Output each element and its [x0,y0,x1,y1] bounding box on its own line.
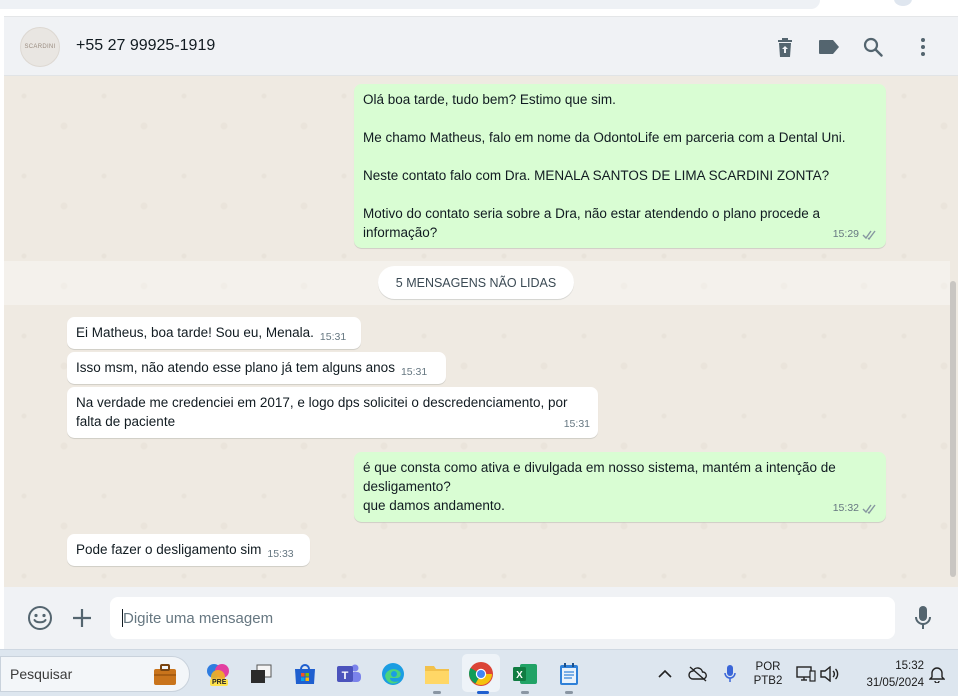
contact-name[interactable]: +55 27 99925-1919 [76,37,215,55]
unread-messages-badge: 5 MENSAGENS NÃO LIDAS [378,266,574,299]
message-time: 15:29 [832,228,859,240]
message-input[interactable] [110,597,895,639]
message-time: 15:31 [400,366,428,378]
notepad-running-indicator [565,691,573,694]
message-outgoing[interactable]: Olá boa tarde, tudo bem? Estimo que sim.… [354,84,886,248]
message-time: 15:32 [832,502,859,514]
tray-cloud-off-icon[interactable] [683,659,713,689]
notepad-icon[interactable] [554,659,584,689]
avatar-text: SCARDINI [24,44,56,50]
attach-plus-icon[interactable] [69,605,95,631]
input-language-indicator[interactable]: POR PTB2 [750,660,786,688]
message-text: Isso msm, não atendo esse plano já tem a… [76,360,395,375]
browser-top-strip [0,0,958,16]
tray-microphone-icon[interactable] [715,659,745,689]
message-text: Na verdade me credenciei em 2017, e logo… [76,395,572,429]
menu-icon[interactable] [911,35,935,59]
file-explorer-icon[interactable] [422,659,452,689]
read-ticks-icon [862,504,876,514]
delete-icon[interactable] [773,35,797,59]
browser-profile-icon[interactable] [894,0,912,6]
windows-taskbar: Pesquisar PRE T X POR PTB2 15:32 31/05/2… [0,649,958,696]
message-meta: 15:32 [833,499,878,518]
message-text: Pode fazer o desligamento sim [76,542,262,557]
message-incoming[interactable]: Ei Matheus, boa tarde! Sou eu, Menala. 15… [67,317,361,349]
clock-time: 15:32 [895,660,924,672]
chrome-icon[interactable] [466,659,496,689]
message-time: 15:31 [319,331,347,343]
keyboard-layout: PTB2 [753,675,783,687]
task-view-icon[interactable] [246,659,276,689]
message-incoming[interactable]: Pode fazer o desligamento sim 15:33 [67,534,310,566]
explorer-running-indicator [433,691,441,694]
copilot-icon[interactable]: PRE [203,659,233,689]
message-text: é que consta como ativa e divulgada em n… [363,460,836,513]
tray-volume-icon[interactable] [815,659,845,689]
message-text: Olá boa tarde, tudo bem? Estimo que sim.… [363,92,846,240]
text-caret [122,609,123,627]
message-time: 15:31 [563,418,590,430]
briefcase-icon[interactable] [150,660,180,690]
chat-scrollbar[interactable] [950,281,956,577]
teams-icon[interactable]: T [334,659,364,689]
message-incoming[interactable]: Isso msm, não atendo esse plano já tem a… [67,352,446,384]
chat-area[interactable]: Olá boa tarde, tudo bem? Estimo que sim.… [4,76,958,587]
tray-chevron-up-icon[interactable] [650,659,680,689]
message-text: Ei Matheus, boa tarde! Sou eu, Menala. [76,325,314,340]
taskbar-search-label: Pesquisar [10,666,73,682]
clock-date: 31/05/2024 [866,677,924,689]
message-outgoing[interactable]: é que consta como ativa e divulgada em n… [354,452,886,522]
emoji-icon[interactable] [27,605,53,631]
message-incoming[interactable]: Na verdade me credenciei em 2017, e logo… [67,387,598,438]
message-meta: 15:29 [833,225,878,244]
contact-avatar[interactable]: SCARDINI [20,27,60,67]
microphone-icon[interactable] [910,605,936,631]
notification-bell-icon[interactable] [922,659,952,689]
chrome-active-indicator [477,691,489,694]
message-meta: 15:31 [564,415,590,434]
search-icon[interactable] [861,35,885,59]
read-ticks-icon [862,230,876,240]
chat-header: SCARDINI +55 27 99925-1919 [4,16,958,76]
svg-text:T: T [342,670,349,682]
edge-icon[interactable] [378,659,408,689]
taskbar-clock[interactable]: 15:32 31/05/2024 [846,659,924,690]
browser-address-area [0,0,820,9]
excel-icon[interactable]: X [510,659,540,689]
excel-running-indicator [521,691,529,694]
svg-text:X: X [516,670,523,681]
message-time: 15:33 [267,548,294,560]
language-code: POR [755,661,781,673]
copilot-pre-badge: PRE [210,679,229,686]
store-icon[interactable] [290,659,320,689]
message-composer [4,587,958,649]
label-icon[interactable] [817,35,841,59]
